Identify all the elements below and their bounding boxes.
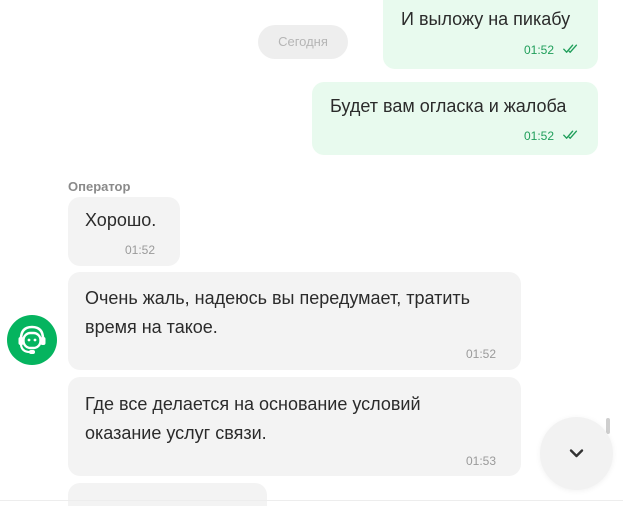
message-incoming: Очень жаль, надеюсь вы передумает, трати… [68,272,521,370]
chat-window: И выложу на пикабу 01:52 Сегодня Будет в… [0,0,623,506]
operator-headset-icon [18,325,46,354]
message-time: 01:53 [466,454,497,468]
message-time: 01:52 [466,347,497,361]
message-text: Где все делается на основание условий ок… [85,394,421,443]
message-time: 01:52 [524,129,555,143]
message-incoming: Где все делается на основание условий ок… [68,377,521,476]
sender-name: Оператор [68,179,131,194]
message-time: 01:52 [524,43,555,57]
message-text: Будет вам огласка и жалоба [330,96,567,116]
message-outgoing: И выложу на пикабу 01:52 [383,0,598,69]
operator-avatar [7,315,57,365]
message-incoming: Хорошо. 01:52 [68,197,180,266]
message-text: И выложу на пикабу [401,9,571,29]
double-check-icon [563,130,578,139]
scroll-down-button[interactable] [540,417,613,490]
message-text: Хорошо. [85,210,157,230]
message-time: 01:52 [125,243,156,257]
double-check-icon [563,44,578,53]
chevron-down-icon [569,449,584,458]
divider [0,500,623,501]
message-incoming-partial [68,483,267,506]
message-text: Очень жаль, надеюсь вы передумает, трати… [85,288,471,337]
message-outgoing: Будет вам огласка и жалоба 01:52 [312,82,598,155]
date-separator: Сегодня [258,25,348,59]
